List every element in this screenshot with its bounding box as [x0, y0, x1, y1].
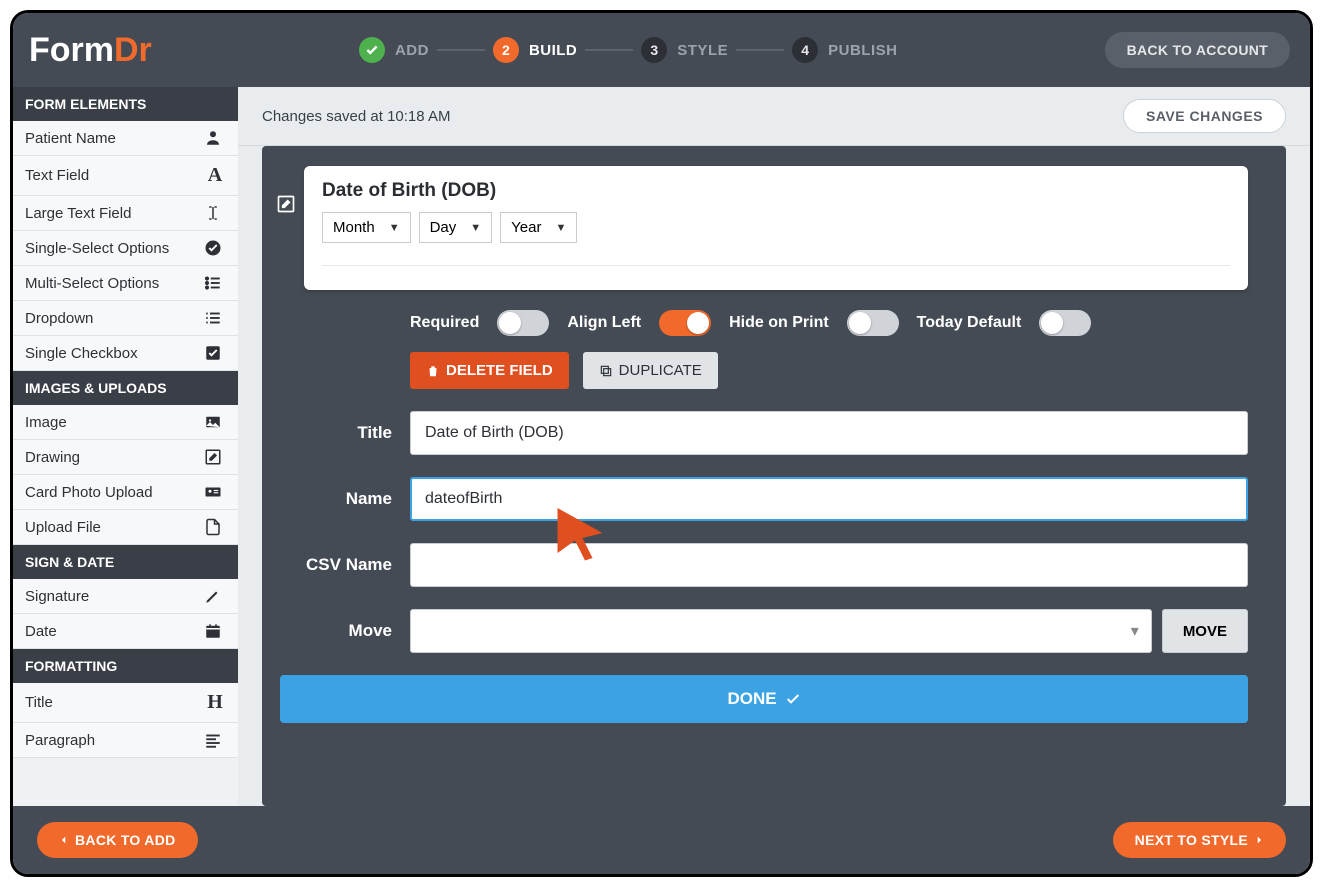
- sidebar-item-dropdown[interactable]: Dropdown: [13, 301, 238, 336]
- sidebar-item-upload-file[interactable]: Upload File: [13, 510, 238, 545]
- chevron-right-icon: [1254, 835, 1264, 845]
- chevron-down-icon: ▼: [555, 222, 566, 234]
- next-to-style-button[interactable]: NEXT TO STYLE: [1113, 822, 1286, 858]
- today-default-label: Today Default: [917, 314, 1022, 332]
- chevron-down-icon: ▼: [389, 222, 400, 234]
- check-circle-icon: [204, 239, 226, 257]
- year-select[interactable]: Year▼: [500, 212, 577, 243]
- move-select[interactable]: ▾: [410, 609, 1152, 653]
- app-logo: FormDr: [29, 31, 152, 70]
- csv-name-input[interactable]: [410, 543, 1248, 587]
- day-select[interactable]: Day▼: [419, 212, 493, 243]
- sidebar[interactable]: FORM ELEMENTS Patient Name Text FieldA L…: [13, 87, 238, 806]
- sidebar-item-single-checkbox[interactable]: Single Checkbox: [13, 336, 238, 371]
- name-input[interactable]: [410, 477, 1248, 521]
- align-left-icon: [204, 731, 226, 749]
- move-label: Move: [280, 621, 392, 641]
- letter-a-icon: A: [204, 164, 226, 187]
- field-preview-card: Date of Birth (DOB) Month▼ Day▼ Year▼: [304, 166, 1248, 290]
- step-publish[interactable]: 4 PUBLISH: [792, 37, 897, 63]
- edit-icon[interactable]: [276, 194, 296, 214]
- text-cursor-icon: [204, 204, 226, 222]
- chevron-down-icon: ▼: [470, 222, 481, 234]
- sidebar-item-large-text-field[interactable]: Large Text Field: [13, 196, 238, 231]
- image-icon: [204, 413, 226, 431]
- sidebar-item-paragraph[interactable]: Paragraph: [13, 723, 238, 758]
- save-status: Changes saved at 10:18 AM: [262, 108, 450, 125]
- delete-field-button[interactable]: DELETE FIELD: [410, 352, 569, 389]
- sidebar-item-patient-name[interactable]: Patient Name: [13, 121, 238, 156]
- title-label: Title: [280, 423, 392, 443]
- title-input[interactable]: [410, 411, 1248, 455]
- align-left-toggle[interactable]: [659, 310, 711, 336]
- step-build[interactable]: 2 BUILD: [493, 37, 577, 63]
- sidebar-header-images-uploads: IMAGES & UPLOADS: [13, 371, 238, 405]
- trash-icon: [426, 364, 440, 378]
- name-label: Name: [280, 489, 392, 509]
- hide-on-print-toggle[interactable]: [847, 310, 899, 336]
- field-title: Date of Birth (DOB): [322, 180, 1230, 202]
- today-default-toggle[interactable]: [1039, 310, 1091, 336]
- csv-name-label: CSV Name: [280, 555, 392, 575]
- sidebar-item-image[interactable]: Image: [13, 405, 238, 440]
- list-icon: [204, 309, 226, 327]
- step-style[interactable]: 3 STYLE: [641, 37, 728, 63]
- sidebar-item-single-select[interactable]: Single-Select Options: [13, 231, 238, 266]
- pencil-icon: [204, 587, 226, 605]
- move-button[interactable]: MOVE: [1162, 609, 1248, 653]
- copy-icon: [599, 364, 613, 378]
- wizard-steps: ADD 2 BUILD 3 STYLE 4 PUBLISH: [152, 37, 1105, 63]
- file-icon: [204, 518, 226, 536]
- back-to-add-button[interactable]: BACK TO ADD: [37, 822, 198, 858]
- sidebar-item-signature[interactable]: Signature: [13, 579, 238, 614]
- id-card-icon: [204, 483, 226, 501]
- month-select[interactable]: Month▼: [322, 212, 411, 243]
- calendar-icon: [204, 622, 226, 640]
- hide-on-print-label: Hide on Print: [729, 314, 829, 332]
- duplicate-field-button[interactable]: DUPLICATE: [583, 352, 718, 389]
- chevron-down-icon: ▾: [1131, 621, 1139, 641]
- checkbox-icon: [204, 344, 226, 362]
- check-icon: [365, 43, 379, 57]
- required-toggle[interactable]: [497, 310, 549, 336]
- sidebar-item-title[interactable]: TitleH: [13, 683, 238, 723]
- sidebar-item-date[interactable]: Date: [13, 614, 238, 649]
- done-button[interactable]: DONE: [280, 675, 1248, 723]
- edit-square-icon: [204, 448, 226, 466]
- sidebar-header-form-elements: FORM ELEMENTS: [13, 87, 238, 121]
- required-label: Required: [410, 314, 479, 332]
- sidebar-item-drawing[interactable]: Drawing: [13, 440, 238, 475]
- align-left-label: Align Left: [567, 314, 641, 332]
- sidebar-header-formatting: FORMATTING: [13, 649, 238, 683]
- sidebar-header-sign-date: SIGN & DATE: [13, 545, 238, 579]
- sidebar-item-text-field[interactable]: Text FieldA: [13, 156, 238, 196]
- chevron-left-icon: [59, 835, 69, 845]
- list-check-icon: [204, 274, 226, 292]
- person-icon: [204, 129, 226, 147]
- save-changes-button[interactable]: SAVE CHANGES: [1123, 99, 1286, 133]
- back-to-account-button[interactable]: BACK TO ACCOUNT: [1105, 32, 1290, 68]
- step-add[interactable]: ADD: [359, 37, 429, 63]
- sidebar-item-multi-select[interactable]: Multi-Select Options: [13, 266, 238, 301]
- check-icon: [785, 691, 801, 707]
- heading-icon: H: [204, 691, 226, 714]
- sidebar-item-card-photo[interactable]: Card Photo Upload: [13, 475, 238, 510]
